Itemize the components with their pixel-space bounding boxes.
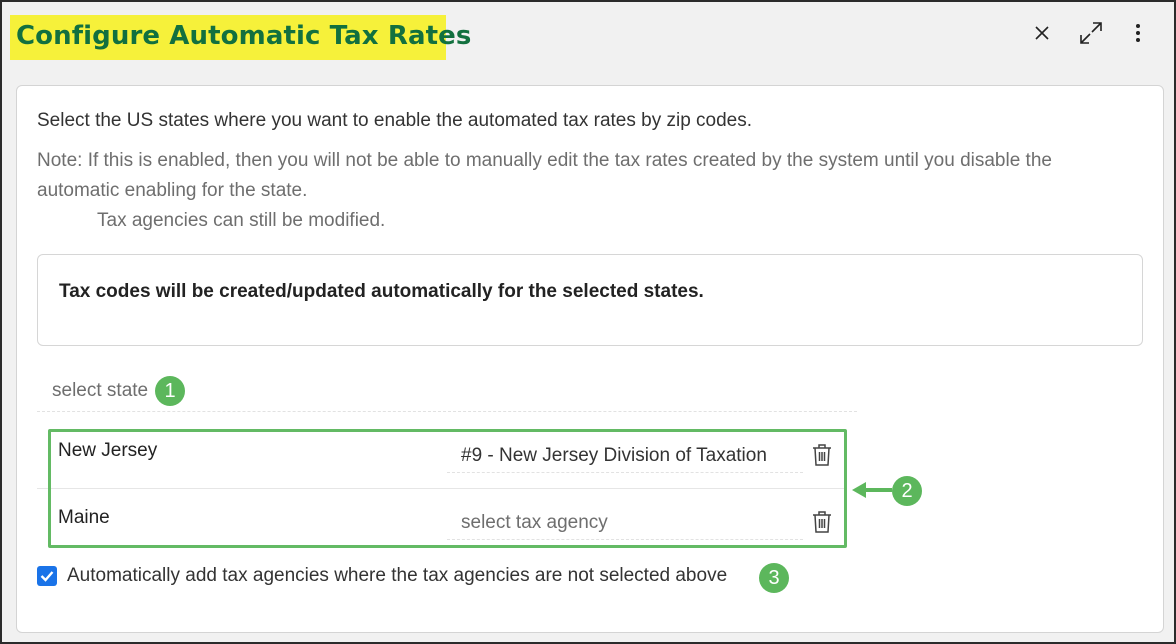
more-vertical-icon [1136, 24, 1140, 42]
dialog-window: Configure Automatic Tax Rates Select the… [0, 0, 1176, 644]
dialog-title: Configure Automatic Tax Rates [16, 21, 472, 51]
intro-text: Select the US states where you want to e… [37, 110, 753, 131]
note-text-line3: Tax agencies can still be modified. [97, 210, 386, 231]
annotation-badge-1: 1 [155, 376, 185, 406]
annotation-highlight-box [48, 429, 847, 548]
note-text-line2: automatic enabling for the state. [37, 180, 308, 201]
info-box: Tax codes will be created/updated automa… [37, 254, 1143, 346]
state-select-placeholder: select state [52, 380, 149, 401]
close-button[interactable] [1029, 20, 1055, 46]
title-highlight: Configure Automatic Tax Rates [10, 15, 471, 60]
close-icon [1035, 26, 1049, 40]
auto-add-agencies-checkbox[interactable] [37, 566, 57, 586]
annotation-badge-2: 2 [892, 476, 922, 506]
expand-button[interactable] [1078, 20, 1104, 46]
annotation-arrow-icon [852, 482, 892, 498]
annotation-badge-3: 3 [759, 563, 789, 593]
info-box-text: Tax codes will be created/updated automa… [59, 281, 704, 302]
more-options-button[interactable] [1125, 20, 1151, 46]
auto-add-agencies-label[interactable]: Automatically add tax agencies where the… [67, 565, 727, 587]
note-text-line1: Note: If this is enabled, then you will … [37, 150, 1052, 171]
expand-icon [1080, 22, 1102, 44]
settings-panel: Select the US states where you want to e… [16, 85, 1164, 633]
checkmark-icon [40, 571, 54, 582]
